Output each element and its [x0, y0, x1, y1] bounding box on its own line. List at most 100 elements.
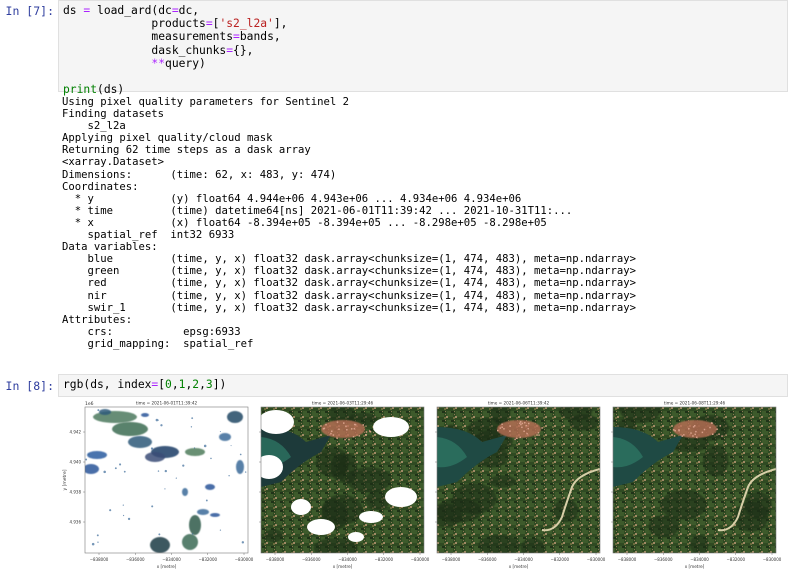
- cell-8-code-editor[interactable]: rgb(ds, index=[0,1,2,3]): [58, 374, 788, 397]
- building: [688, 427, 690, 430]
- building: [358, 435, 361, 437]
- building: [499, 427, 502, 429]
- cell-7-output: Using pixel quality parameters for Senti…: [62, 96, 636, 350]
- building: [703, 428, 706, 431]
- building: [501, 426, 503, 428]
- masked-pixels: [122, 514, 125, 517]
- forest-area: [478, 534, 521, 553]
- cloud-masked-area: [261, 410, 294, 434]
- masked-pixels: [164, 488, 166, 490]
- code-line: products=['s2_l2a'],: [63, 17, 787, 30]
- building: [350, 428, 353, 430]
- panel-title: time = 2021-06-08T11:29:46: [664, 401, 726, 406]
- building: [346, 428, 348, 431]
- panel-title: time = 2021-06-03T11:29:46: [312, 401, 374, 406]
- output-line: red (time, y, x) float32 dask.array<chun…: [62, 277, 637, 290]
- forest-area: [313, 538, 358, 553]
- building: [345, 425, 347, 428]
- code-token: ds: [63, 4, 84, 17]
- x-tick-label: −836000: [302, 557, 321, 562]
- code-line: print(ds): [63, 83, 787, 96]
- x-tick-label: −830000: [411, 557, 430, 562]
- satellite-image: [437, 407, 600, 553]
- code-token: rgb(ds, index: [63, 378, 152, 391]
- cloud-masked-area: [348, 532, 364, 542]
- masked-pixels: [185, 448, 205, 456]
- forest-area: [346, 467, 392, 493]
- masked-pixels: [219, 529, 222, 531]
- x-tick-label: −838000: [90, 557, 109, 562]
- building: [673, 435, 676, 437]
- output-line: swir_1 (time, y, x) float32 dask.array<c…: [62, 301, 637, 314]
- masked-pixels: [150, 537, 170, 553]
- cell-7-code-editor[interactable]: ds = load_ard(dc=dc, products=['s2_l2a']…: [58, 0, 788, 96]
- x-tick-label: −838000: [618, 557, 637, 562]
- code-token: ,: [171, 378, 179, 391]
- cell-7-prompt: In [7]:: [5, 4, 54, 18]
- panel-title: time = 2021-06-06T11:39:42: [488, 401, 550, 406]
- panel-title: time = 2021-06-01T11:39:42: [136, 401, 198, 406]
- building: [501, 423, 503, 426]
- forest-area: [437, 498, 482, 523]
- satellite-image: [613, 407, 776, 553]
- building: [332, 434, 335, 436]
- code-token: products: [63, 17, 206, 31]
- masked-pixels: [158, 533, 161, 536]
- building: [344, 438, 346, 441]
- masked-pixels: [122, 504, 124, 506]
- masked-pixels: [128, 436, 152, 448]
- building: [503, 428, 505, 430]
- building: [721, 435, 723, 437]
- masked-pixels: [141, 413, 149, 417]
- code-token: **: [151, 56, 166, 70]
- cell-7-code[interactable]: ds = load_ard(dc=dc, products=['s2_l2a']…: [59, 1, 787, 96]
- masked-pixels: [205, 484, 215, 490]
- building: [338, 428, 340, 431]
- building: [719, 425, 722, 427]
- x-tick-label: −838000: [266, 557, 285, 562]
- masked-pixels: [87, 451, 107, 459]
- output-line: Dimensions: (time: 62, x: 483, y: 474): [62, 168, 337, 181]
- y-offset-label: 1e6: [85, 401, 94, 407]
- forest-area: [702, 445, 729, 477]
- building: [521, 426, 523, 429]
- forest-area: [744, 491, 772, 519]
- masked-pixels: [182, 534, 198, 550]
- output-line: Coordinates:: [62, 180, 139, 193]
- building: [718, 433, 720, 435]
- x-axis-label: x [metre]: [333, 564, 353, 569]
- masked-pixels: [205, 499, 208, 502]
- building: [497, 429, 499, 432]
- masked-pixels: [227, 411, 243, 423]
- output-line: <xarray.Dataset>: [62, 156, 165, 169]
- building: [362, 424, 365, 426]
- masked-pixels: [85, 464, 99, 474]
- building: [336, 421, 339, 423]
- masked-pixels: [182, 464, 185, 467]
- building: [695, 430, 697, 433]
- forest-area: [489, 475, 516, 488]
- masked-pixels: [96, 534, 99, 537]
- code-token: ,: [199, 378, 206, 391]
- masked-pixels: [228, 475, 230, 477]
- code-token: 's2_l2a': [219, 17, 274, 31]
- masked-pixels: [241, 541, 245, 544]
- rgb-panel: time = 2021-06-06T11:39:42 −838000 −836000…: [435, 401, 606, 569]
- masked-pixels: [190, 426, 193, 428]
- x-tick-label: −834000: [162, 557, 181, 562]
- x-axis-label: x [metre]: [157, 564, 177, 569]
- building: [336, 437, 338, 439]
- satellite-image: [261, 407, 424, 553]
- building: [365, 431, 368, 433]
- masked-pixels: [173, 454, 175, 456]
- building: [681, 435, 684, 437]
- building: [524, 421, 526, 424]
- code-token: 0: [165, 378, 172, 391]
- building: [709, 426, 711, 429]
- urban-area: [673, 420, 717, 438]
- cell-8-code[interactable]: rgb(ds, index=[0,1,2,3]): [59, 375, 787, 391]
- masked-pixels: [151, 505, 154, 508]
- building: [716, 428, 718, 430]
- building: [526, 432, 528, 435]
- output-line: Finding datasets: [62, 108, 165, 121]
